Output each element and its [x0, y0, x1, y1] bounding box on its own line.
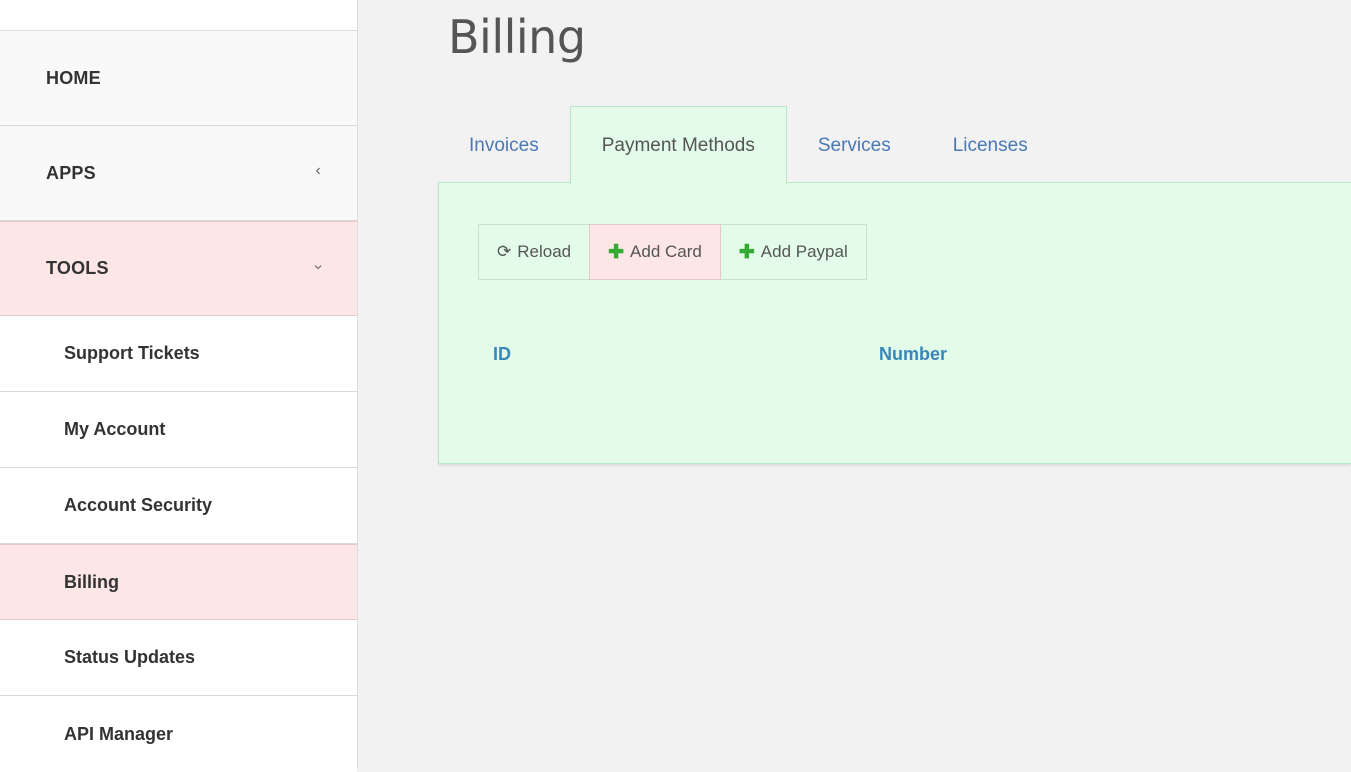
toolbar: ⟳ Reload ✚ Add Card ✚ Add Paypal [478, 224, 867, 280]
add-card-button[interactable]: ✚ Add Card [589, 224, 721, 280]
sidebar-item-account-security[interactable]: Account Security [0, 468, 357, 544]
column-header-id[interactable]: ID [493, 344, 511, 365]
column-header-number[interactable]: Number [879, 344, 947, 365]
add-paypal-label: Add Paypal [760, 242, 848, 261]
sidebar-item-label: My Account [64, 419, 166, 439]
tab-services[interactable]: Services [787, 108, 922, 184]
sidebar-item-home[interactable]: HOME [0, 31, 357, 126]
tab-payment-methods[interactable]: Payment Methods [569, 106, 787, 184]
reload-icon: ⟳ [497, 242, 512, 261]
sidebar-item-tools[interactable]: TOOLS › [0, 221, 357, 316]
sidebar-item-billing[interactable]: Billing [0, 544, 357, 620]
sidebar-item-support-tickets[interactable]: Support Tickets [0, 316, 357, 392]
sidebar-top-gap [0, 0, 357, 31]
payment-methods-panel: ⟳ Reload ✚ Add Card ✚ Add Paypal ID Numb… [438, 182, 1351, 464]
billing-tabs: Invoices Payment Methods Services Licens… [438, 106, 1059, 184]
sidebar-item-label: HOME [46, 67, 101, 88]
add-card-label: Add Card [630, 242, 702, 261]
chevron-left-icon: ‹ [315, 162, 321, 180]
chevron-down-icon: › [310, 263, 328, 270]
sidebar-item-status-updates[interactable]: Status Updates [0, 620, 357, 696]
plus-icon: ✚ [738, 241, 755, 263]
sidebar-item-apps[interactable]: APPS ‹ [0, 126, 357, 221]
page-title: Billing [448, 10, 586, 64]
sidebar-item-label: TOOLS [46, 258, 109, 278]
sidebar-item-api-manager[interactable]: API Manager [0, 696, 357, 772]
sidebar-item-label: APPS [46, 162, 96, 183]
sidebar-item-label: Status Updates [64, 647, 196, 667]
sidebar-item-label: Support Tickets [64, 343, 200, 363]
sidebar-item-label: Account Security [64, 495, 213, 515]
reload-label: Reload [517, 242, 572, 261]
reload-button[interactable]: ⟳ Reload [478, 224, 591, 280]
plus-icon: ✚ [608, 241, 625, 263]
sidebar-item-my-account[interactable]: My Account [0, 392, 357, 468]
tab-licenses[interactable]: Licenses [922, 108, 1059, 184]
sidebar: HOME APPS ‹ TOOLS › Support Tickets My A… [0, 0, 358, 772]
sidebar-item-label: API Manager [64, 723, 174, 744]
sidebar-item-label: Billing [64, 571, 119, 592]
tab-invoices[interactable]: Invoices [438, 108, 570, 184]
add-paypal-button[interactable]: ✚ Add Paypal [719, 224, 867, 280]
